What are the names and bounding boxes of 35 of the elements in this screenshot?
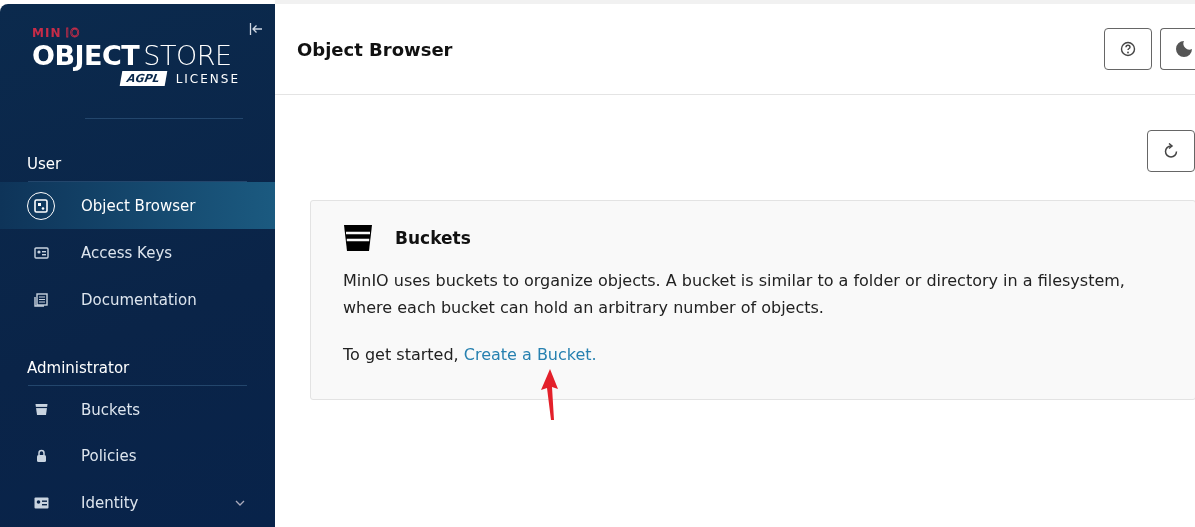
sidebar-item[interactable]: Object Browser xyxy=(0,182,275,230)
sidebar-item[interactable]: Identity xyxy=(0,480,275,527)
annotation-arrow xyxy=(541,369,559,421)
get-started-text: To get started, Create a Bucket. xyxy=(343,345,598,364)
sidebar-item[interactable]: Documentation xyxy=(0,276,275,324)
page-title: Object Browser xyxy=(297,38,454,60)
sidebar-item[interactable]: Access Keys xyxy=(0,229,275,277)
section-title: Administrator xyxy=(26,358,131,380)
help-button[interactable] xyxy=(1104,28,1152,70)
product-title: OBJECT xyxy=(32,40,140,71)
card-description: MinIO uses buckets to organize objects. A bucket is similar to a folder or directory in a filesystem, where each bucket can hold an arbitrary number of objects. xyxy=(343,270,1126,319)
sidebar-item[interactable]: Policies xyxy=(0,433,275,480)
help-icon xyxy=(1120,41,1136,57)
create-bucket-link[interactable]: Create a Bucket. xyxy=(463,345,597,364)
sidebar-item[interactable]: Buckets xyxy=(0,386,275,433)
license-text: LICENSE xyxy=(175,71,240,86)
id-card-icon xyxy=(33,497,49,510)
bucket-icon xyxy=(343,223,373,253)
brand-text: MIN xyxy=(32,26,62,40)
refresh-icon xyxy=(1164,143,1178,159)
theme-button[interactable] xyxy=(1160,28,1195,70)
bucket-icon xyxy=(34,403,48,416)
license-badge: AGPL xyxy=(119,71,167,86)
refresh-button[interactable] xyxy=(1147,130,1195,172)
card-title: Buckets xyxy=(395,228,471,248)
browser-icon xyxy=(34,198,48,213)
brand-text: IO xyxy=(65,26,81,40)
chevron-icon[interactable] xyxy=(235,500,245,507)
id-card-icon xyxy=(33,246,49,260)
collapse-icon[interactable] xyxy=(249,22,263,36)
product-title: STORE xyxy=(143,40,232,71)
moon-icon xyxy=(1175,40,1193,58)
document-icon xyxy=(34,292,48,307)
lock-icon xyxy=(35,449,47,464)
section-title: User xyxy=(26,154,63,176)
